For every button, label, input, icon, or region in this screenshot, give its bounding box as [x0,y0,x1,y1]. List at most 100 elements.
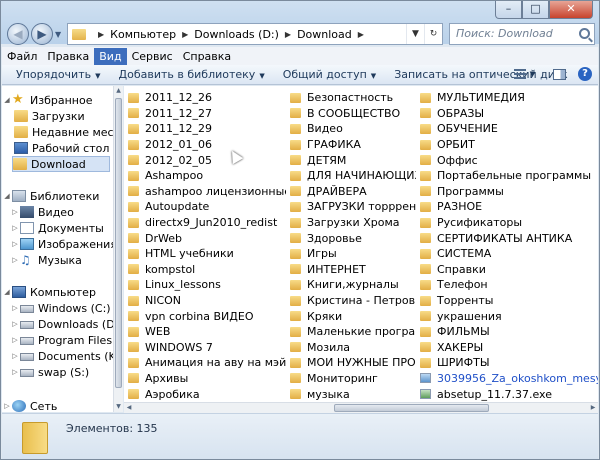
nav-scrollbar[interactable]: ▲ ▼ [113,86,123,412]
folder-item[interactable]: WINDOWS 7 [124,340,286,356]
expand-caret-icon[interactable]: ▷ [10,352,20,360]
forward-button[interactable]: ▶ [31,23,53,45]
folder-item[interactable]: Мозила [286,340,416,356]
folder-item[interactable]: ОБРАЗЫ [416,106,598,122]
folder-item[interactable]: WEB [124,324,286,340]
folder-item[interactable]: ХАКЕРЫ [416,340,598,356]
folder-item[interactable]: ДЛЯ НАЧИНАЮЩИХ [286,168,416,184]
expand-caret-icon[interactable]: ◢ [2,288,12,296]
add-to-library-button[interactable]: Добавить в библиотеку ▼ [110,68,274,81]
folder-item[interactable]: Маленькие програмки [286,324,416,340]
nav-computer[interactable]: ◢ Компьютер [2,284,96,300]
share-button[interactable]: Общий доступ ▼ [274,68,385,81]
organize-button[interactable]: Упорядочить ▼ [2,68,110,81]
scroll-down-icon[interactable]: ▼ [114,402,123,412]
close-button[interactable]: ✕ [549,1,593,19]
nav-item-drive-d[interactable]: ▷ Downloads (D:) [10,316,113,332]
folder-item[interactable]: музыка [286,386,416,402]
folder-item[interactable]: Загрузки Хрома [286,215,416,231]
folder-item[interactable]: Русификаторы [416,215,598,231]
folder-item[interactable]: Архивы [124,371,286,387]
nav-item-download[interactable]: Download [12,156,110,172]
recent-pages-dropdown[interactable]: ▼ [55,30,61,39]
search-icon[interactable] [579,28,590,39]
expand-caret-icon[interactable]: ▷ [10,368,20,376]
folder-item[interactable]: СИСТЕМА [416,246,598,262]
nav-item-drive-c[interactable]: ▷ Windows (C:) [10,300,110,316]
folder-item[interactable]: Портабельные программы [416,168,598,184]
nav-item-documents[interactable]: ▷ Документы [10,220,104,236]
nav-favorites[interactable]: ◢ ★ Избранное [2,92,92,108]
address-dropdown-icon[interactable]: ▼ [406,24,424,44]
folder-item[interactable]: Программы [416,184,598,200]
refresh-icon[interactable]: ↻ [424,24,442,44]
folder-item[interactable]: В СООБЩЕСТВО [286,106,416,122]
nav-libraries[interactable]: ◢ Библиотеки [2,188,99,204]
menu-tools[interactable]: Сервис [127,48,178,65]
nav-item-downloads[interactable]: Загрузки [14,108,85,124]
scroll-thumb[interactable] [334,404,489,412]
folder-item[interactable]: Ashampoo [124,168,286,184]
expand-caret-icon[interactable]: ▷ [10,208,20,216]
folder-item[interactable]: ДЕТЯМ [286,152,416,168]
folder-item[interactable]: 2011_12_29 [124,121,286,137]
folder-item[interactable]: ОБУЧЕНИЕ [416,121,598,137]
folder-item[interactable]: 2011_12_26 [124,90,286,106]
minimize-button[interactable]: – [495,1,522,19]
chevron-right-icon[interactable]: ▶ [182,30,188,39]
preview-pane-icon[interactable] [553,68,566,80]
folder-item[interactable]: ИНТЕРНЕТ [286,262,416,278]
folder-item[interactable]: МОИ НУЖНЫЕ ПРОГИ [286,355,416,371]
nav-item-drive-e[interactable]: ▷ Program Files (E:) [10,332,113,348]
folder-item[interactable]: Кряки [286,308,416,324]
nav-item-drive-k[interactable]: ▷ Documents (K:) [10,348,113,364]
menu-help[interactable]: Справка [178,48,236,65]
back-button[interactable]: ◀ [7,23,29,45]
menu-view[interactable]: Вид [94,47,127,65]
folder-item[interactable]: ashampoo лицензионные [124,184,286,200]
scroll-left-icon[interactable]: ◀ [124,403,134,413]
expand-caret-icon[interactable]: ◢ [2,192,12,200]
expand-caret-icon[interactable]: ▷ [10,336,20,344]
folder-item[interactable]: Мониторинг [286,371,416,387]
file-list-hscrollbar[interactable]: ◀ ▶ [124,402,598,413]
folder-item[interactable]: ЗАГРУЗКИ торррент [286,199,416,215]
menu-edit[interactable]: Правка [42,48,94,65]
folder-item[interactable]: 2011_12_27 [124,106,286,122]
folder-item[interactable]: МУЛЬТИМЕДИЯ [416,90,598,106]
folder-item[interactable]: Autoupdate [124,199,286,215]
folder-item[interactable]: ОРБИТ [416,137,598,153]
expand-caret-icon[interactable]: ▷ [10,256,20,264]
expand-caret-icon[interactable]: ▷ [10,224,20,232]
scroll-up-icon[interactable]: ▲ [114,86,123,96]
folder-item[interactable]: ФИЛЬМЫ [416,324,598,340]
folder-item[interactable]: РАЗНОЕ [416,199,598,215]
address-bar[interactable]: ▶ Компьютер ▶ Downloads (D:) ▶ Download … [67,23,443,45]
folder-item[interactable]: vpn corbina ВИДЕО [124,308,286,324]
folder-item[interactable]: Кристина - Петров [286,293,416,309]
nav-item-desktop[interactable]: Рабочий стол [14,140,109,156]
folder-item[interactable]: kompstol [124,262,286,278]
expand-caret-icon[interactable]: ▷ [10,304,20,312]
folder-item[interactable]: 2012_02_05 [124,152,286,168]
folder-item[interactable]: Анимация на аву на мэйл.ру [124,355,286,371]
folder-item[interactable]: Телефон [416,277,598,293]
breadcrumb-downloads-drive[interactable]: Downloads (D:) [194,28,279,41]
expand-caret-icon[interactable]: ▷ [10,240,20,248]
folder-item[interactable]: Книги,журналы [286,277,416,293]
nav-item-recent[interactable]: Недавние места [14,124,113,140]
breadcrumb-computer[interactable]: Компьютер [110,28,176,41]
nav-network[interactable]: ▷ Сеть [2,398,57,412]
scroll-thumb[interactable] [115,98,122,388]
folder-item[interactable]: Здоровье [286,230,416,246]
views-dropdown-icon[interactable]: ▼ [530,70,535,78]
folder-item[interactable]: Игры [286,246,416,262]
chevron-right-icon[interactable]: ▶ [98,30,104,39]
folder-item[interactable]: украшения [416,308,598,324]
chevron-right-icon[interactable]: ▶ [358,30,364,39]
folder-item[interactable]: NICON [124,293,286,309]
file-item[interactable]: absetup_11.7.37.exe [416,386,598,402]
nav-item-drive-s[interactable]: ▷ swap (S:) [10,364,89,380]
folder-item[interactable]: Торренты [416,293,598,309]
views-icon[interactable] [513,69,526,79]
